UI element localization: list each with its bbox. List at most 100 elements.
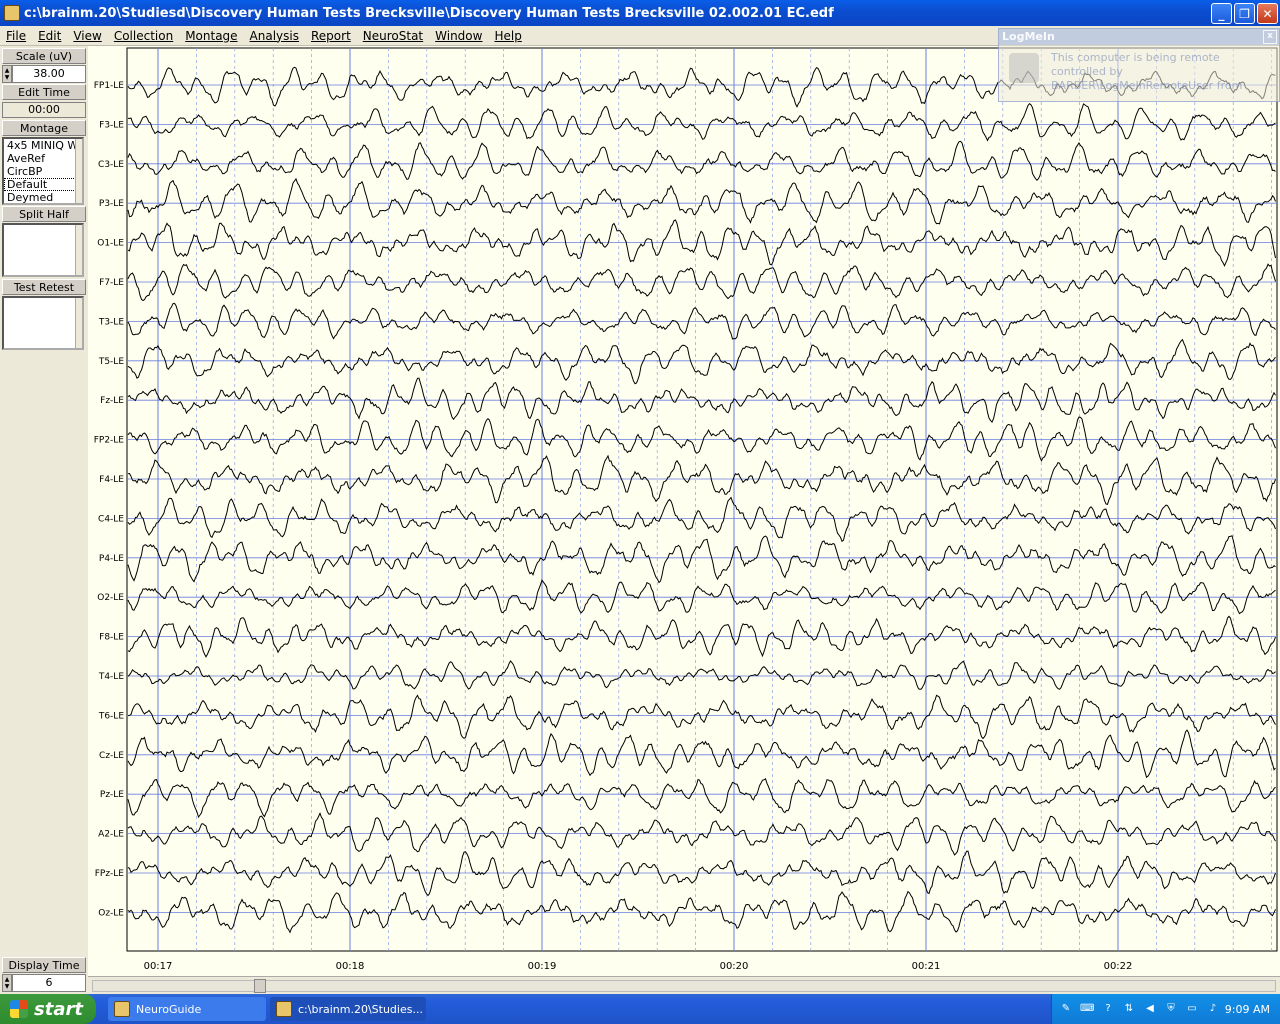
scale-label: Scale (uV) [2,48,86,64]
eeg-display[interactable]: 00:17 00:18 00:19 00:20 00:21 00:22 FP1-LE F3-L… [88,46,1280,976]
channel-label: O2-LE [97,593,124,603]
time-tick-label: 00:19 [528,961,557,972]
test-retest-list[interactable] [2,296,84,350]
channel-label: FP1-LE [94,81,125,91]
time-scrollbar[interactable] [88,976,1280,994]
title-bar: c:\brainm.20\Studiesd\Discovery Human Te… [0,0,1280,26]
taskbar-item-label: c:\brainm.20\Studies... [298,1002,423,1016]
control-panel: Scale (uV) ▲ ▼ 38.00 Edit Time 00:00 Mont… [0,46,88,994]
display-time-spin-arrows[interactable]: ▲ ▼ [2,974,12,992]
scale-spin-arrows[interactable]: ▲ ▼ [2,65,12,83]
montage-option[interactable]: 4x5 MINIQ Wi [4,139,82,152]
menu-window[interactable]: Window [429,29,488,43]
window-controls: _ ❐ ✕ [1211,3,1278,24]
logmein-title: LogMeIn [1002,30,1055,43]
spin-down-icon[interactable]: ▼ [5,74,10,81]
window-title: c:\brainm.20\Studiesd\Discovery Human Te… [24,5,834,21]
test-retest-scrollbar[interactable] [75,298,82,348]
shield-icon[interactable]: ⛨ [1164,1002,1178,1016]
spin-up-icon[interactable]: ▲ [5,976,10,983]
taskbar-item-neuroguide[interactable]: NeuroGuide [108,997,266,1021]
help-icon[interactable]: ? [1101,1002,1115,1016]
channel-label: T6-LE [98,711,124,721]
scale-input[interactable]: 38.00 [12,65,86,83]
channel-label: Oz-LE [98,908,124,918]
neuroguide-icon [114,1001,130,1017]
spin-down-icon[interactable]: ▼ [5,983,10,990]
back-icon[interactable]: ◀ [1143,1002,1157,1016]
start-label: start [34,998,83,1020]
split-half-label: Split Half [2,206,86,222]
channel-label: P3-LE [99,199,124,209]
channel-label: Pz-LE [100,790,124,800]
channel-label: FPz-LE [95,869,125,879]
close-button[interactable]: ✕ [1257,3,1278,24]
montage-list[interactable]: 4x5 MINIQ Wi AveRef CircBP Default Deyme… [2,137,84,205]
channel-label: O1-LE [97,239,124,249]
channel-label: Cz-LE [99,751,124,761]
montage-label: Montage [2,120,86,136]
channel-label: C4-LE [98,514,124,524]
channel-label: P4-LE [99,554,124,564]
channel-label: C3-LE [98,160,124,170]
time-tick-label: 00:17 [144,961,173,972]
edit-time-field[interactable]: 00:00 [2,102,86,118]
test-retest-label: Test Retest [2,279,86,295]
channel-label: Fz-LE [100,396,124,406]
clock: 9:09 AM [1224,1002,1270,1016]
channel-label: F7-LE [99,278,124,288]
time-tick-label: 00:22 [1104,961,1133,972]
menu-report[interactable]: Report [305,29,357,43]
channel-label: A2-LE [98,830,124,840]
system-tray: ✎ ⌨ ? ⇅ ◀ ⛨ ▭ ♪ 9:09 AM [1051,994,1280,1024]
document-icon [276,1001,292,1017]
menu-montage[interactable]: Montage [179,29,243,43]
montage-option[interactable]: AveRef [4,152,82,165]
montage-option[interactable]: Deymed [4,191,82,203]
pen-icon[interactable]: ✎ [1059,1002,1073,1016]
logmein-close-icon[interactable]: x [1263,30,1277,44]
split-half-scrollbar[interactable] [75,225,82,275]
menu-collection[interactable]: Collection [108,29,179,43]
montage-option[interactable]: CircBP [4,165,82,178]
network-icon[interactable]: ⇅ [1122,1002,1136,1016]
time-tick-label: 00:20 [720,961,749,972]
menu-analysis[interactable]: Analysis [244,29,305,43]
logmein-notification: LogMeIn x This computer is being remote c… [998,28,1280,102]
volume-icon[interactable]: ♪ [1206,1002,1220,1016]
menu-neurostat[interactable]: NeuroStat [357,29,429,43]
eeg-traces[interactable]: 00:17 00:18 00:19 00:20 00:21 00:22 FP1-LE F3-L… [88,46,1280,976]
channel-label: T5-LE [98,357,124,367]
channel-label: F8-LE [99,633,124,643]
menu-edit[interactable]: Edit [32,29,67,43]
channel-label: T4-LE [98,672,124,682]
scale-spinner[interactable]: ▲ ▼ 38.00 [2,65,86,83]
montage-option-selected[interactable]: Default [4,178,82,191]
start-button[interactable]: start [0,994,96,1024]
monitor-icon[interactable]: ▭ [1185,1002,1199,1016]
display-time-label: Display Time [2,957,86,973]
maximize-button[interactable]: ❐ [1234,3,1255,24]
minimize-button[interactable]: _ [1211,3,1232,24]
app-icon[interactable] [4,5,20,21]
time-tick-label: 00:21 [912,961,941,972]
display-time-input[interactable]: 6 [12,974,86,992]
spin-up-icon[interactable]: ▲ [5,67,10,74]
windows-flag-icon [10,1000,28,1018]
menu-file[interactable]: File [0,29,32,43]
taskbar-item-label: NeuroGuide [136,1002,202,1016]
keyboard-icon[interactable]: ⌨ [1080,1002,1094,1016]
logmein-logo-icon [1009,53,1039,83]
taskbar-item-document[interactable]: c:\brainm.20\Studies... [270,997,426,1021]
scrollbar-thumb[interactable] [254,979,266,993]
montage-list-scrollbar[interactable] [75,139,82,203]
channel-label: T3-LE [98,317,124,327]
split-half-list[interactable] [2,223,84,277]
edit-time-label: Edit Time [2,84,86,100]
menu-view[interactable]: View [67,29,107,43]
taskbar: start NeuroGuide c:\brainm.20\Studies...… [0,994,1280,1024]
scrollbar-track[interactable] [92,980,1276,992]
display-time-spinner[interactable]: ▲ ▼ 6 [2,974,86,992]
logmein-message: This computer is being remote controlled… [1051,51,1243,92]
menu-help[interactable]: Help [488,29,527,43]
